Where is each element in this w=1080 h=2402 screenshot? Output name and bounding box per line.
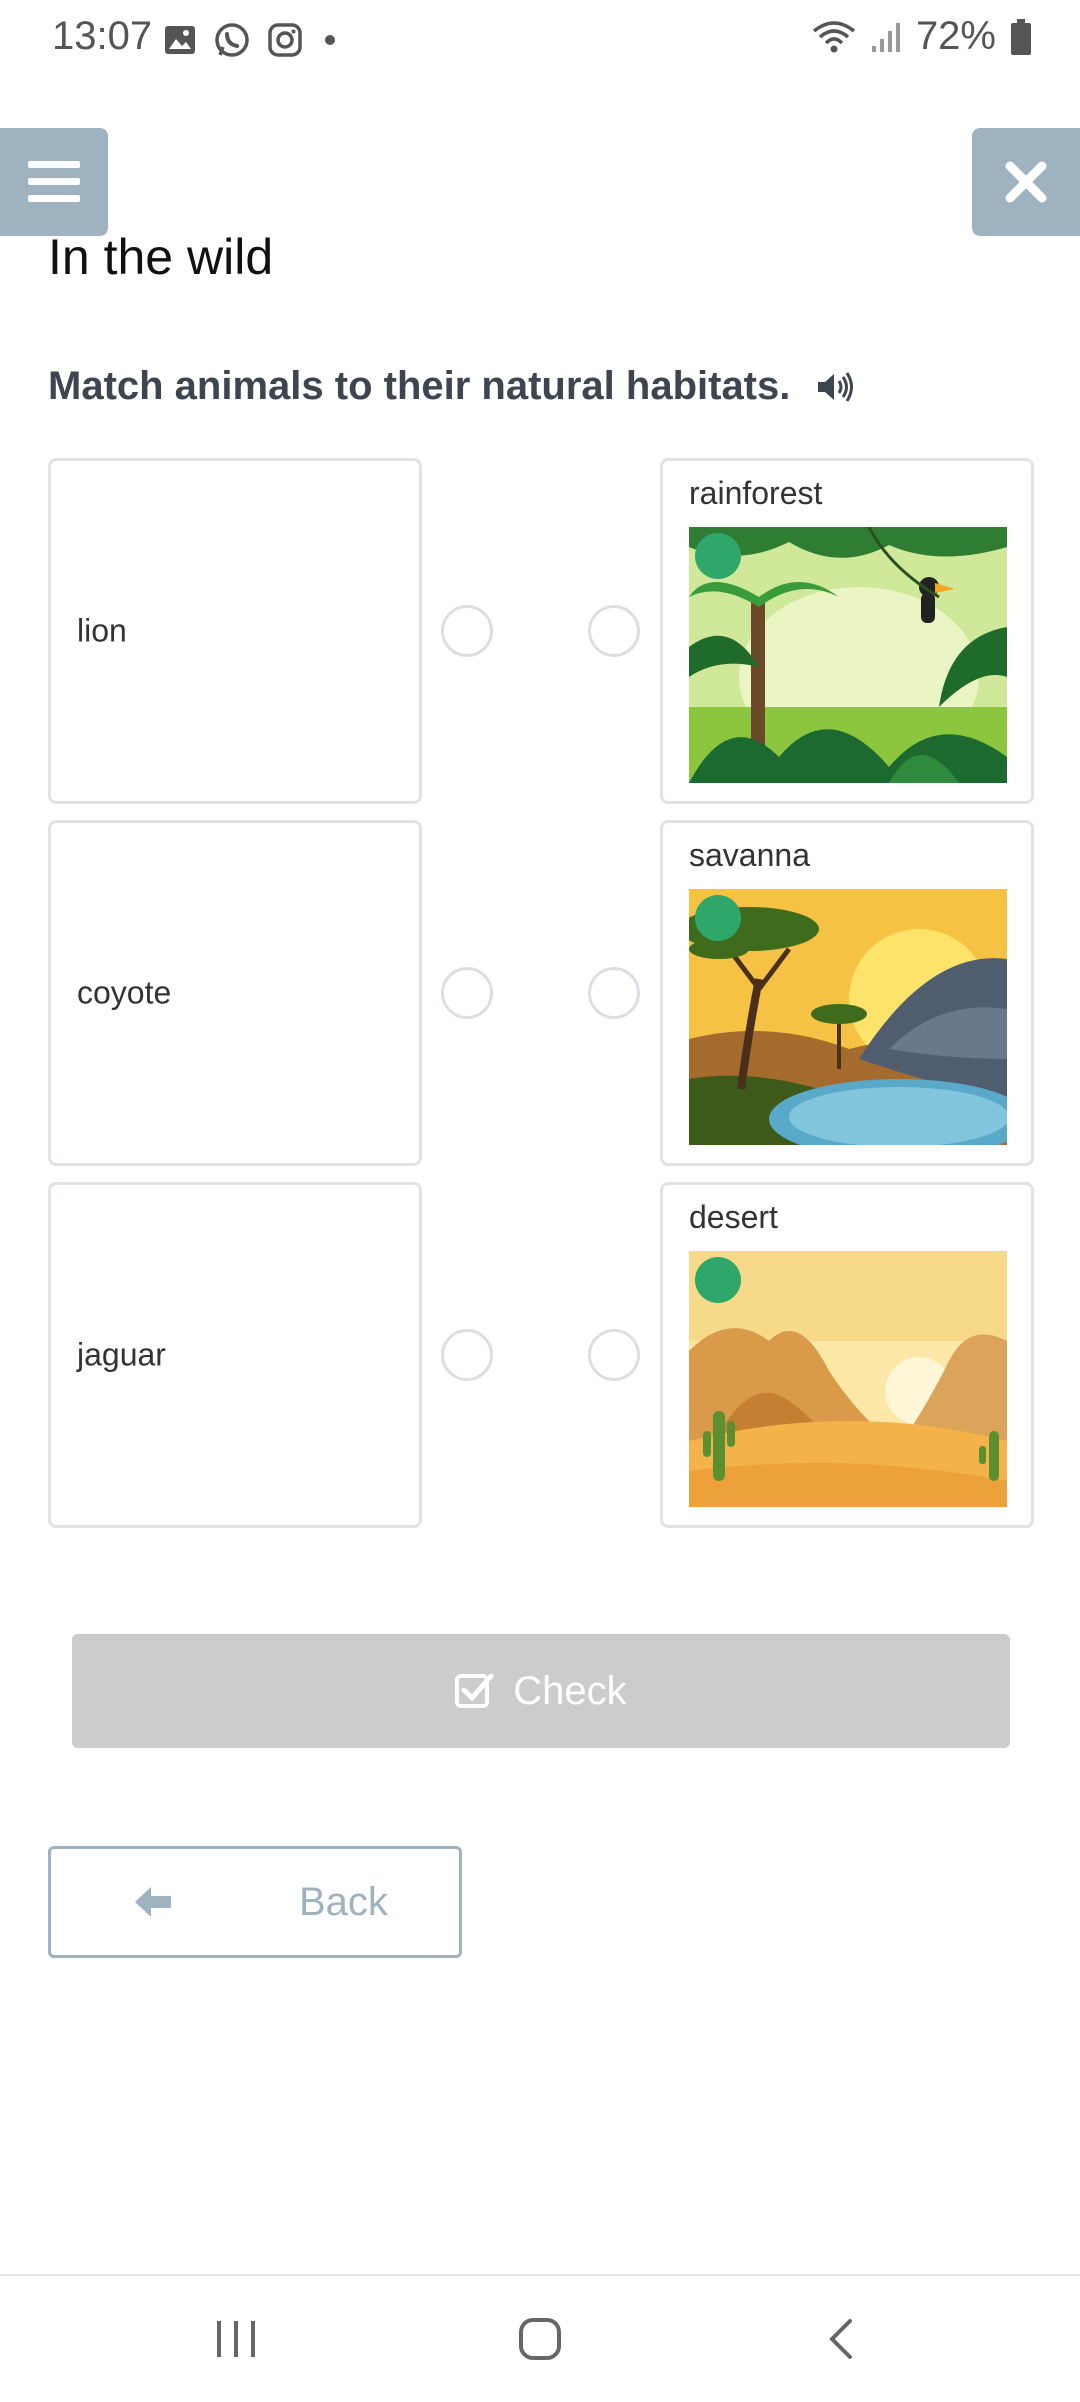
checkbox-check-icon xyxy=(455,1673,494,1708)
image-icon xyxy=(165,26,195,54)
signal-icon xyxy=(871,22,900,52)
wifi-icon xyxy=(812,20,856,52)
page-title: In the wild xyxy=(48,229,274,285)
recents-button[interactable] xyxy=(196,2306,276,2372)
close-button[interactable] xyxy=(972,128,1080,236)
back-label: Back xyxy=(299,1879,388,1924)
whatsapp-icon xyxy=(215,23,249,57)
habitat-radio-savanna[interactable] xyxy=(588,967,640,1019)
habitat-radio-desert[interactable] xyxy=(588,1329,640,1381)
status-time: 13:07 xyxy=(52,14,153,58)
recents-icon xyxy=(217,2321,255,2357)
check-label: Check xyxy=(513,1668,627,1713)
instruction-text: Match animals to their natural habitats. xyxy=(48,364,791,408)
habitat-radio-rainforest[interactable] xyxy=(588,605,640,657)
animal-card-coyote[interactable]: coyote xyxy=(48,820,422,1166)
habitat-card-rainforest[interactable]: rainforest xyxy=(660,458,1034,804)
speaker-icon[interactable] xyxy=(816,371,854,403)
desert-image xyxy=(689,1251,1007,1507)
hamburger-icon xyxy=(28,161,80,202)
dot-icon xyxy=(325,35,335,45)
bilim-land-logo xyxy=(695,895,741,941)
menu-button[interactable] xyxy=(0,128,108,236)
status-bar: 13:07 72% xyxy=(0,0,1080,80)
close-icon xyxy=(1005,161,1047,203)
animal-label: jaguar xyxy=(77,1336,166,1373)
habitat-label: desert xyxy=(689,1199,778,1235)
home-icon xyxy=(519,2318,561,2360)
bilim-land-logo xyxy=(695,1257,741,1303)
animal-card-jaguar[interactable]: jaguar xyxy=(48,1182,422,1528)
arrow-left-icon xyxy=(135,1887,171,1917)
habitat-card-savanna[interactable]: savanna xyxy=(660,820,1034,1166)
habitat-card-desert[interactable]: desert xyxy=(660,1182,1034,1528)
animal-radio-lion[interactable] xyxy=(441,605,493,657)
animal-label: coyote xyxy=(77,974,172,1011)
animal-label: lion xyxy=(77,612,127,649)
battery-icon xyxy=(1011,18,1031,55)
habitat-label: savanna xyxy=(689,837,810,873)
battery-percent: 72% xyxy=(915,14,996,58)
rainforest-image xyxy=(689,527,1007,783)
check-button[interactable]: Check xyxy=(72,1634,1010,1748)
animal-radio-jaguar[interactable] xyxy=(441,1329,493,1381)
savanna-image xyxy=(689,889,1007,1145)
back-chevron-icon xyxy=(829,2319,852,2359)
instagram-icon xyxy=(268,23,302,57)
bilim-land-logo xyxy=(695,533,741,579)
system-nav-bar xyxy=(0,2274,1080,2402)
back-button[interactable]: Back xyxy=(48,1846,462,1958)
animal-card-lion[interactable]: lion xyxy=(48,458,422,804)
habitat-label: rainforest xyxy=(689,475,823,511)
home-button[interactable] xyxy=(500,2306,580,2372)
task-instruction: Match animals to their natural habitats. xyxy=(48,364,854,409)
back-nav-button[interactable] xyxy=(800,2306,880,2372)
animal-radio-coyote[interactable] xyxy=(441,967,493,1019)
